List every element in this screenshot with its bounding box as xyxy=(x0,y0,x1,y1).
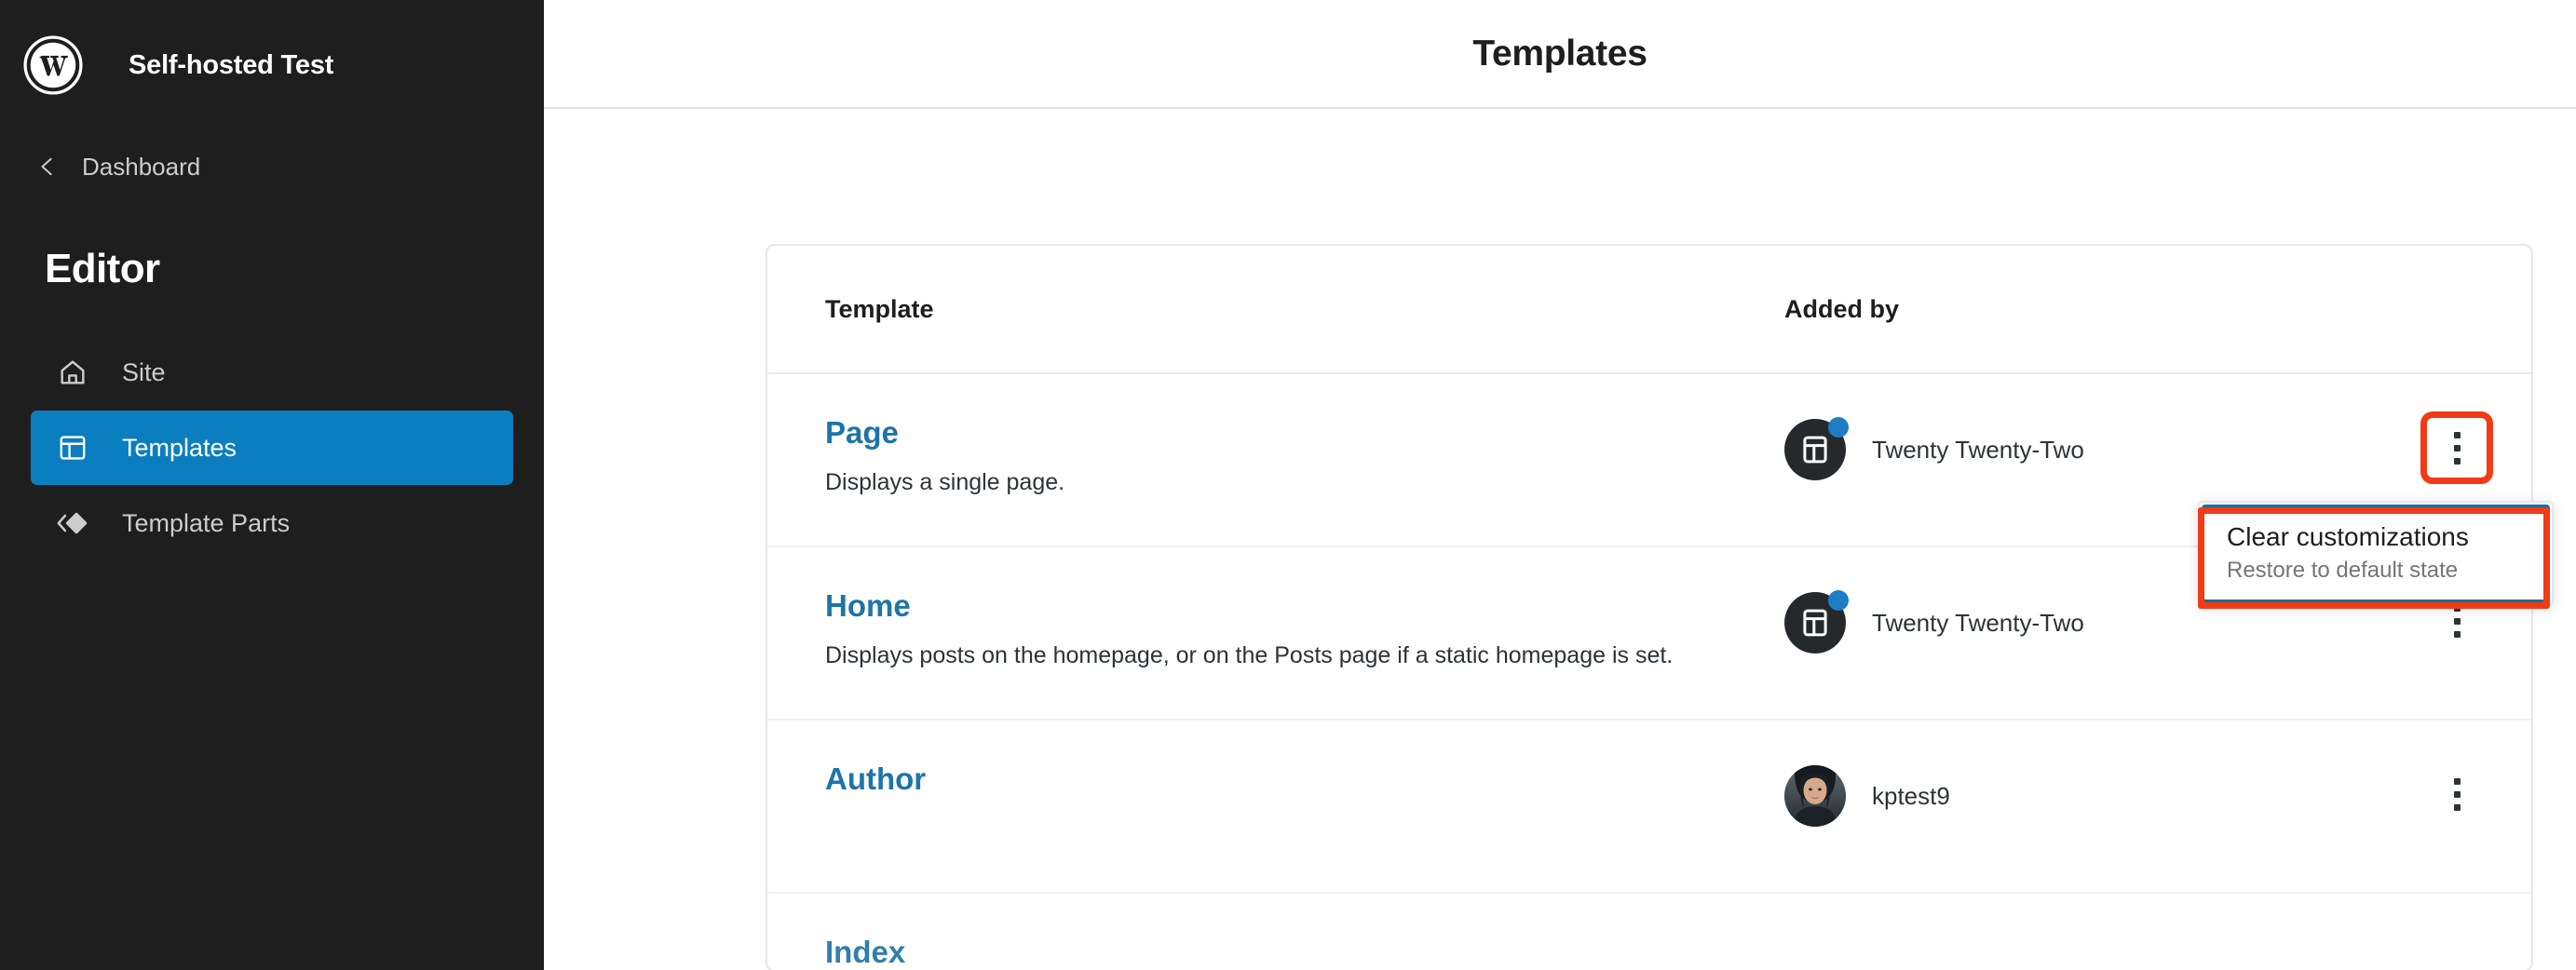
editor-section-heading: Editor xyxy=(45,246,160,291)
menu-item-clear-customizations[interactable]: Clear customizations Restore to default … xyxy=(2202,505,2550,602)
back-link-label: Dashboard xyxy=(82,152,201,181)
table-header-row: Template Added by xyxy=(767,246,2531,374)
template-link[interactable]: Author xyxy=(825,761,926,797)
templates-table: Template Added by Page Displays a single… xyxy=(766,244,2554,970)
sidebar-item-label: Template Parts xyxy=(122,508,291,537)
kebab-dot xyxy=(2453,457,2461,465)
page-title: Templates xyxy=(1472,33,1647,74)
wordpress-logo-icon xyxy=(22,34,84,96)
column-header-template: Template xyxy=(825,294,934,323)
avatar xyxy=(1784,765,1846,827)
added-by-name: Twenty Twenty-Two xyxy=(1872,608,2084,637)
row-actions-dropdown: Clear customizations Restore to default … xyxy=(2198,501,2554,606)
template-description: Displays a single page. xyxy=(825,468,1065,495)
app-root: Self-hosted Test Dashboard Editor Site T… xyxy=(0,0,2576,970)
sidebar: Self-hosted Test Dashboard Editor Site T… xyxy=(0,0,544,970)
sidebar-item-label: Site xyxy=(122,357,166,386)
added-by-name: kptest9 xyxy=(1872,781,1950,810)
content-area: Template Added by Page Displays a single… xyxy=(544,109,2576,970)
template-cell: Index xyxy=(767,935,1745,970)
main-content: Templates Template Added by Page Display… xyxy=(544,0,2576,970)
sidebar-item-template-parts[interactable]: Template Parts xyxy=(31,486,513,560)
sidebar-item-site[interactable]: Site xyxy=(31,335,513,410)
template-description: Displays posts on the homepage, or on th… xyxy=(825,641,1674,668)
table-row: Author kptest9 xyxy=(767,721,2531,894)
site-header: Self-hosted Test xyxy=(0,0,544,108)
kebab-dot xyxy=(2453,803,2461,811)
chevron-left-icon xyxy=(37,151,58,182)
layers-diamond-icon xyxy=(53,504,92,543)
template-cell: Page Displays a single page. xyxy=(767,415,1745,499)
template-link[interactable]: Index xyxy=(825,935,905,970)
added-by-cell: Twenty Twenty-Two xyxy=(1745,415,2382,480)
user-photo-avatar xyxy=(1784,765,1846,827)
avatar xyxy=(1784,590,1849,653)
kebab-dot xyxy=(2453,777,2461,785)
kebab-dot xyxy=(2453,431,2461,438)
sidebar-nav: Site Templates Template Parts xyxy=(0,335,544,560)
menu-item-description: Restore to default state xyxy=(2227,558,2459,583)
site-title: Self-hosted Test xyxy=(129,49,334,80)
template-cell: Home Displays posts on the homepage, or … xyxy=(767,588,1745,672)
row-actions-cell xyxy=(2382,761,2531,823)
menu-item-label: Clear customizations xyxy=(2227,522,2469,551)
kebab-dot xyxy=(2453,617,2461,625)
row-actions-cell: Clear customizations Restore to default … xyxy=(2198,411,2554,609)
page-header: Templates xyxy=(544,0,2576,109)
kebab-dot xyxy=(2453,444,2461,451)
avatar xyxy=(1784,417,1849,480)
table-row: Index xyxy=(767,894,2531,970)
theme-badge-dot-icon xyxy=(1828,417,1849,438)
added-by-cell: kptest9 xyxy=(1745,761,2382,827)
kebab-dot xyxy=(2453,790,2461,798)
back-to-dashboard-link[interactable]: Dashboard xyxy=(0,141,544,192)
kebab-menu-icon[interactable] xyxy=(2420,411,2493,484)
kebab-menu-icon[interactable] xyxy=(2428,765,2486,823)
template-cell: Author xyxy=(767,761,1745,812)
template-link[interactable]: Home xyxy=(825,588,911,624)
template-layout-icon xyxy=(53,428,92,467)
theme-badge-dot-icon xyxy=(1828,590,1849,611)
sidebar-item-templates[interactable]: Templates xyxy=(31,411,513,485)
template-link[interactable]: Page xyxy=(825,415,899,451)
sidebar-item-label: Templates xyxy=(122,433,237,462)
column-header-added-by: Added by xyxy=(1784,294,1900,323)
home-icon xyxy=(53,353,92,392)
kebab-dot xyxy=(2453,630,2461,638)
table-row: Page Displays a single page. Twenty Twen… xyxy=(767,374,2554,609)
added-by-name: Twenty Twenty-Two xyxy=(1872,435,2084,464)
